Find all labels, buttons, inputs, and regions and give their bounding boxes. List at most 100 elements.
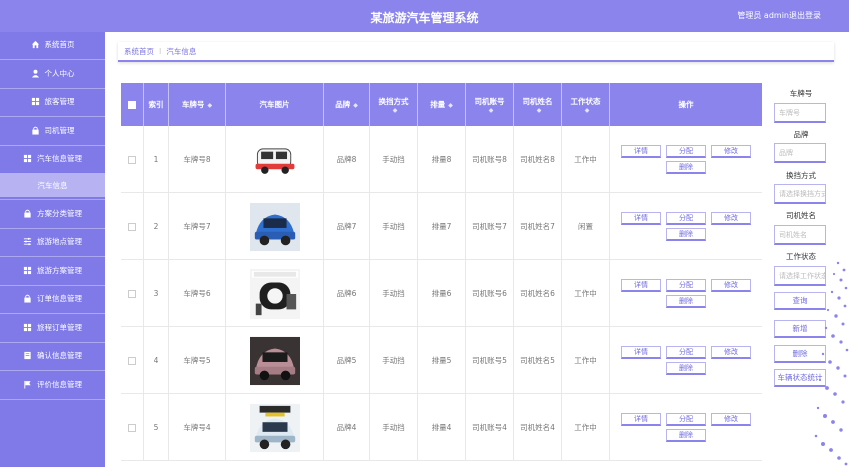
row-checkbox[interactable] — [128, 155, 136, 164]
header-brand[interactable]: 品牌 ◆ — [324, 83, 370, 126]
sidebar-item-orders[interactable]: 订单信息管理 — [0, 286, 105, 310]
car-image — [250, 135, 300, 185]
cell-image — [226, 260, 324, 327]
assign-button[interactable]: 分配 — [666, 346, 706, 359]
filter-label-brand: 品牌 — [793, 130, 809, 139]
row-checkbox[interactable] — [128, 222, 136, 231]
cell-index: 2 — [144, 193, 169, 260]
header-driver-account[interactable]: 司机账号 ◆ — [466, 83, 514, 126]
sort-icon: ◆ — [584, 106, 590, 114]
plate-input[interactable]: 车牌号 — [774, 103, 826, 123]
assign-button[interactable]: 分配 — [666, 145, 706, 158]
assign-button[interactable]: 分配 — [666, 413, 706, 426]
cell-brand: 品牌6 — [324, 260, 370, 327]
select-all-checkbox[interactable] — [128, 100, 136, 109]
filter-label-gear: 换挡方式 — [786, 171, 816, 180]
lock-icon — [23, 209, 32, 218]
filter-label-plate: 车牌号 — [789, 89, 813, 98]
cell-status: 闲置 — [562, 193, 610, 260]
gear-select[interactable]: 请选择换挡方式 — [774, 184, 826, 204]
row-checkbox[interactable] — [128, 289, 136, 298]
header-driver-name[interactable]: 司机姓名 ◆ — [514, 83, 562, 126]
header-plate[interactable]: 车牌号 ◆ — [169, 83, 226, 126]
table-row: 3 车牌号6 品牌6 手动挡 排量6 司机账号6 司机姓名6 工作中 详情 分配… — [121, 260, 762, 327]
delete-button[interactable]: 删除 — [666, 362, 706, 375]
detail-button[interactable]: 详情 — [621, 145, 661, 158]
car-image — [249, 336, 300, 386]
header-ops: 操作 — [678, 100, 694, 109]
user-icon — [31, 69, 40, 78]
cell-displacement: 排量4 — [418, 394, 466, 461]
edit-button[interactable]: 修改 — [711, 145, 751, 158]
logout-link[interactable]: 退出登录 — [789, 10, 821, 21]
cell-driver-account: 司机账号4 — [466, 394, 514, 461]
sidebar-item-confirmations[interactable]: 确认信息管理 — [0, 343, 105, 367]
cell-plate: 车牌号6 — [169, 260, 226, 327]
sidebar-item-trip-orders[interactable]: 旅程订单管理 — [0, 315, 105, 339]
car-image — [249, 202, 300, 252]
sidebar-item-travelers[interactable]: 旅客管理 — [0, 89, 105, 113]
delete-button[interactable]: 删除 — [666, 228, 706, 241]
driver-name-input[interactable]: 司机姓名 — [774, 225, 826, 245]
breadcrumb-separator: ⁝ — [159, 46, 162, 56]
delete-button[interactable]: 删除 — [666, 429, 706, 442]
cell-status: 工作中 — [562, 394, 610, 461]
brand-input[interactable]: 品牌 — [774, 143, 826, 163]
cell-status: 工作中 — [562, 260, 610, 327]
header-gear[interactable]: 换挡方式 ◆ — [370, 83, 418, 126]
header-displacement[interactable]: 排量 ◆ — [418, 83, 466, 126]
cell-index: 4 — [144, 327, 169, 394]
edit-button[interactable]: 修改 — [711, 212, 751, 225]
row-checkbox[interactable] — [128, 423, 136, 432]
detail-button[interactable]: 详情 — [621, 212, 661, 225]
decorative-dots — [814, 261, 849, 466]
car-image — [249, 403, 300, 453]
header-status[interactable]: 工作状态 ◆ — [562, 83, 610, 126]
table-row: 2 车牌号7 品牌7 手动挡 排量7 司机账号7 司机姓名7 闲置 详情 分配 … — [121, 193, 762, 260]
edit-button[interactable]: 修改 — [711, 346, 751, 359]
cell-brand: 品牌7 — [324, 193, 370, 260]
edit-button[interactable]: 修改 — [711, 413, 751, 426]
sidebar-item-home[interactable]: 系统首页 — [0, 32, 105, 56]
sliders-icon — [23, 237, 32, 246]
cell-image — [226, 327, 324, 394]
detail-button[interactable]: 详情 — [621, 279, 661, 292]
cell-gear: 手动挡 — [370, 126, 418, 193]
breadcrumb-home[interactable]: 系统首页 — [124, 46, 154, 57]
sort-icon: ◆ — [392, 106, 398, 114]
cell-plate: 车牌号8 — [169, 126, 226, 193]
row-checkbox[interactable] — [128, 356, 136, 365]
sidebar-item-reviews[interactable]: 评价信息管理 — [0, 372, 105, 396]
sidebar-item-travel-plans[interactable]: 旅游方案管理 — [0, 258, 105, 282]
cell-index: 3 — [144, 260, 169, 327]
sidebar: 系统首页 个人中心 旅客管理 司机管理 汽车信息管理 汽车信息 方案分类管理 旅… — [0, 32, 105, 467]
sort-icon: ◆ — [488, 106, 494, 114]
delete-button[interactable]: 删除 — [666, 161, 706, 174]
edit-button[interactable]: 修改 — [711, 279, 751, 292]
sort-icon: ◆ — [353, 102, 358, 109]
lock-icon — [31, 126, 40, 135]
cell-brand: 品牌8 — [324, 126, 370, 193]
car-image — [249, 268, 300, 319]
header-select-all[interactable] — [121, 83, 144, 126]
cell-driver-account: 司机账号6 — [466, 260, 514, 327]
assign-button[interactable]: 分配 — [666, 279, 706, 292]
cell-status: 工作中 — [562, 126, 610, 193]
detail-button[interactable]: 详情 — [621, 346, 661, 359]
sidebar-item-plan-category[interactable]: 方案分类管理 — [0, 201, 105, 225]
home-icon — [31, 40, 40, 49]
grid-icon — [23, 154, 32, 163]
cell-brand: 品牌5 — [324, 327, 370, 394]
cell-driver-name: 司机姓名7 — [514, 193, 562, 260]
sidebar-item-profile[interactable]: 个人中心 — [0, 61, 105, 85]
sidebar-item-car-management[interactable]: 汽车信息管理 — [0, 146, 105, 170]
cell-brand: 品牌4 — [324, 394, 370, 461]
sidebar-item-drivers[interactable]: 司机管理 — [0, 118, 105, 142]
cell-driver-account: 司机账号8 — [466, 126, 514, 193]
sidebar-item-destinations[interactable]: 旅游地点管理 — [0, 229, 105, 253]
detail-button[interactable]: 详情 — [621, 413, 661, 426]
sidebar-subitem-car-info[interactable]: 汽车信息 — [0, 173, 105, 197]
grid-icon — [23, 266, 32, 275]
delete-button[interactable]: 删除 — [666, 295, 706, 308]
assign-button[interactable]: 分配 — [666, 212, 706, 225]
